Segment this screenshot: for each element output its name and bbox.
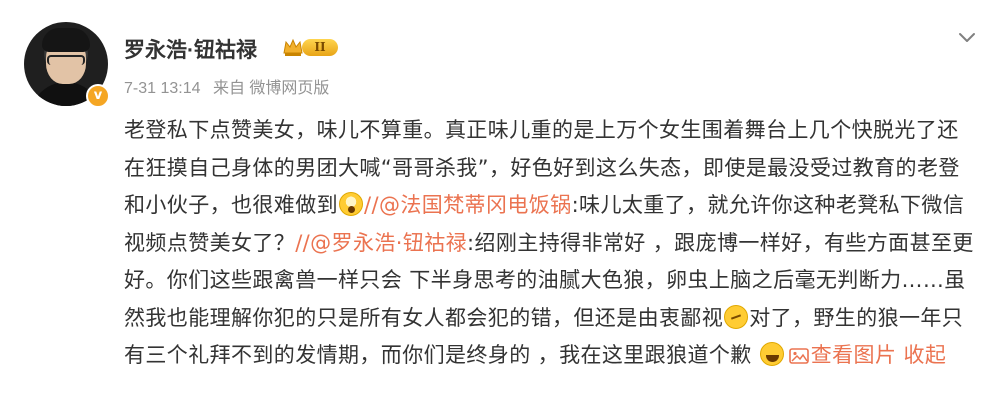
- repost-separator: //: [295, 230, 311, 255]
- mention-link[interactable]: @罗永浩·钮祜禄: [310, 231, 467, 255]
- collapse-link[interactable]: 收起: [903, 343, 946, 367]
- side-eye-emoji-icon: [724, 304, 749, 329]
- mention-link[interactable]: @法国梵蒂冈电饭锅: [379, 193, 572, 217]
- post-source: 来自 微博网页版: [212, 80, 330, 97]
- post-text: 老登私下点赞美女，味儿不算重。真正味儿重的是上万个女生围着舞台上几个快脱光了还在…: [124, 112, 974, 375]
- scared-emoji-icon: [339, 192, 363, 216]
- grin-emoji-icon: [759, 342, 784, 366]
- crown-icon: [283, 38, 303, 56]
- chevron-down-icon[interactable]: [956, 26, 978, 48]
- username[interactable]: 罗永浩·钮祜禄: [124, 34, 257, 64]
- vip-level: II: [302, 39, 338, 56]
- image-icon[interactable]: [788, 348, 809, 364]
- view-images-link[interactable]: 查看图片: [811, 343, 897, 367]
- post-header: v 罗永浩·钮祜禄 II 7-31 13:14 来自 微博网页版: [24, 22, 984, 112]
- vip-badge[interactable]: II: [282, 36, 340, 58]
- avatar[interactable]: v: [24, 22, 110, 108]
- timestamp[interactable]: 7-31 13:14: [124, 80, 201, 97]
- post-meta: 7-31 13:14 来自 微博网页版: [124, 74, 337, 98]
- verified-badge-icon: v: [86, 84, 110, 108]
- repost-separator: //: [364, 193, 379, 217]
